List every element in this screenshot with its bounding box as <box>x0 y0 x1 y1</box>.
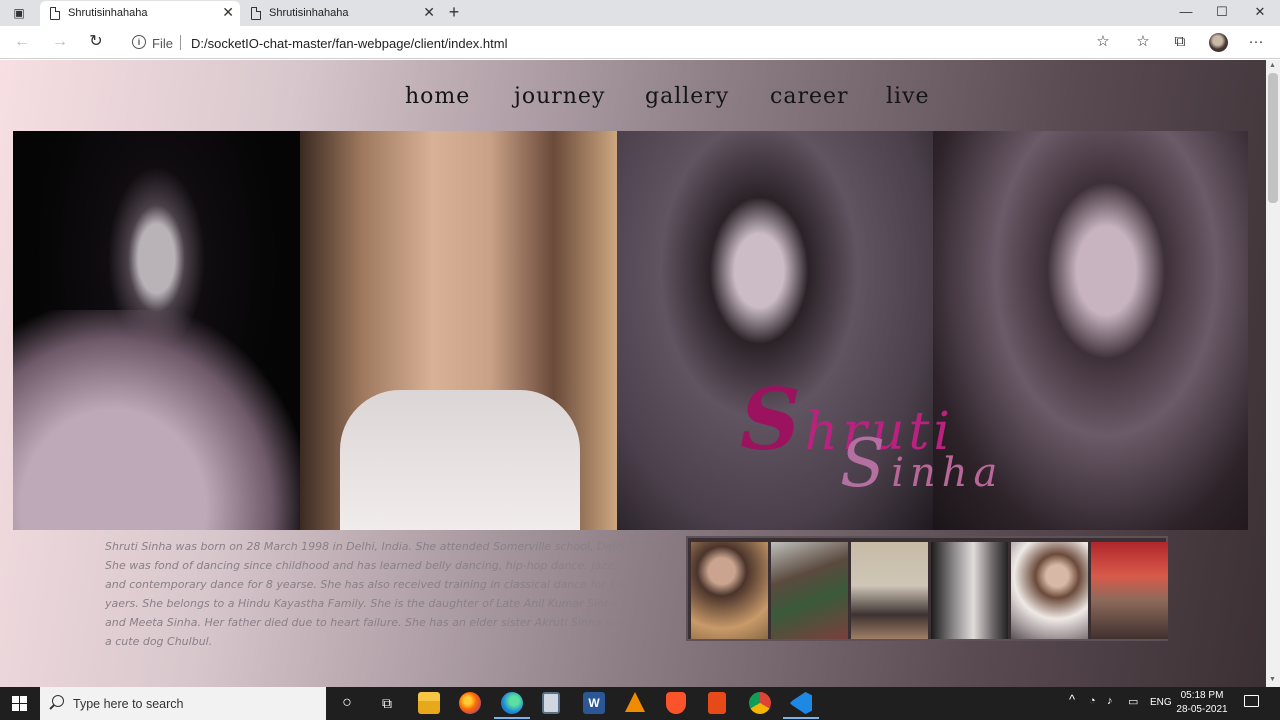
clock-time: 05:18 PM <box>1180 690 1224 701</box>
scheme-label: File <box>152 36 173 51</box>
windows-start-icon[interactable] <box>12 696 28 712</box>
biography-text: Shruti Sinha was born on 28 March 1998 i… <box>105 540 629 648</box>
nav-live[interactable]: live <box>886 84 930 109</box>
photo-strip <box>686 536 1168 641</box>
url-text[interactable]: D:/socketIO-chat-master/fan-webpage/clie… <box>191 36 507 51</box>
gallery-thumbnail[interactable] <box>1091 542 1168 639</box>
file-explorer-icon[interactable] <box>418 692 440 714</box>
gallery-thumbnail[interactable] <box>851 542 928 639</box>
office-icon[interactable] <box>708 692 726 714</box>
calculator-icon[interactable] <box>542 692 560 714</box>
favorites-icon[interactable]: ☆ <box>1133 33 1153 51</box>
tab-title: Shrutisinhahaha <box>68 7 148 19</box>
gallery-thumbnail[interactable] <box>1011 542 1088 639</box>
active-app-indicator <box>494 717 530 719</box>
language-indicator[interactable]: ENG <box>1150 697 1172 708</box>
brave-icon[interactable] <box>666 692 686 714</box>
site-nav: home journey gallery career live <box>0 84 1266 114</box>
firefox-icon[interactable] <box>459 692 481 714</box>
scroll-down-arrow[interactable]: ▼ <box>1269 676 1276 683</box>
close-window-button[interactable]: ✕ <box>1250 4 1270 20</box>
more-options-icon[interactable]: ··· <box>1246 33 1266 51</box>
minimize-button[interactable]: — <box>1176 4 1196 19</box>
info-icon[interactable]: i <box>132 35 146 49</box>
tab-active[interactable]: Shrutisinhahaha ✕ <box>40 1 240 26</box>
tab-title: Shrutisinhahaha <box>269 7 349 19</box>
brand-name: Shruti Sinha <box>740 370 1040 530</box>
webpage: home journey gallery career live Shruti … <box>0 60 1266 687</box>
url-divider <box>180 35 181 50</box>
hero-photo <box>13 131 300 530</box>
gallery-thumbnail[interactable] <box>691 542 768 639</box>
volume-icon[interactable]: ♪ <box>1107 695 1113 707</box>
nav-journey[interactable]: journey <box>514 84 605 109</box>
cortana-icon[interactable]: ○ <box>336 693 358 713</box>
word-letter: W <box>588 696 600 710</box>
forward-button[interactable]: → <box>50 33 70 51</box>
chrome-icon[interactable] <box>749 692 771 714</box>
tab-strip: ▣ Shrutisinhahaha ✕ Shrutisinhahaha ✕ + … <box>0 0 1280 26</box>
network-icon[interactable]: ◔ <box>1089 695 1096 707</box>
scroll-up-arrow[interactable]: ▲ <box>1269 62 1276 69</box>
vlc-icon[interactable] <box>625 692 645 712</box>
tab-close-icon[interactable]: ✕ <box>222 5 234 19</box>
edge-icon[interactable] <box>501 692 523 714</box>
task-view-icon[interactable]: ⧉ <box>376 693 398 713</box>
maximize-button[interactable]: ☐ <box>1212 4 1232 20</box>
clock-date: 28-05-2021 <box>1176 704 1228 715</box>
tray-overflow-chevron[interactable]: ^ <box>1069 692 1075 707</box>
search-icon <box>52 695 64 707</box>
scrollbar-thumb[interactable] <box>1268 73 1278 203</box>
page-icon <box>251 7 261 20</box>
profile-avatar[interactable] <box>1209 33 1228 52</box>
search-placeholder[interactable]: Type here to search <box>73 697 183 711</box>
gallery-thumbnail[interactable] <box>771 542 848 639</box>
new-tab-button[interactable]: + <box>444 2 464 22</box>
nav-gallery[interactable]: gallery <box>645 84 729 109</box>
gallery-thumbnail[interactable] <box>931 542 1008 639</box>
add-favorite-icon[interactable]: ☆ <box>1093 33 1113 51</box>
hero-collage <box>13 131 1248 530</box>
tab-close-icon[interactable]: ✕ <box>423 5 435 19</box>
tab-inactive[interactable]: Shrutisinhahaha ✕ <box>241 1 441 26</box>
back-button[interactable]: ← <box>12 33 32 51</box>
page-icon <box>50 7 60 20</box>
brand-last-name: Sinha <box>840 425 1004 502</box>
notification-icon[interactable] <box>1244 695 1259 707</box>
nav-career[interactable]: career <box>770 84 849 109</box>
nav-home[interactable]: home <box>405 84 470 109</box>
hero-photo <box>300 131 617 530</box>
battery-icon[interactable]: ▭ <box>1128 695 1138 708</box>
window-menu-icon[interactable]: ▣ <box>10 5 28 21</box>
collections-icon[interactable]: ⧉ <box>1170 33 1190 51</box>
system-clock[interactable]: 05:18 PM 28-05-2021 <box>1172 689 1232 717</box>
reload-button[interactable]: ↻ <box>86 33 106 51</box>
active-app-indicator <box>783 717 819 719</box>
